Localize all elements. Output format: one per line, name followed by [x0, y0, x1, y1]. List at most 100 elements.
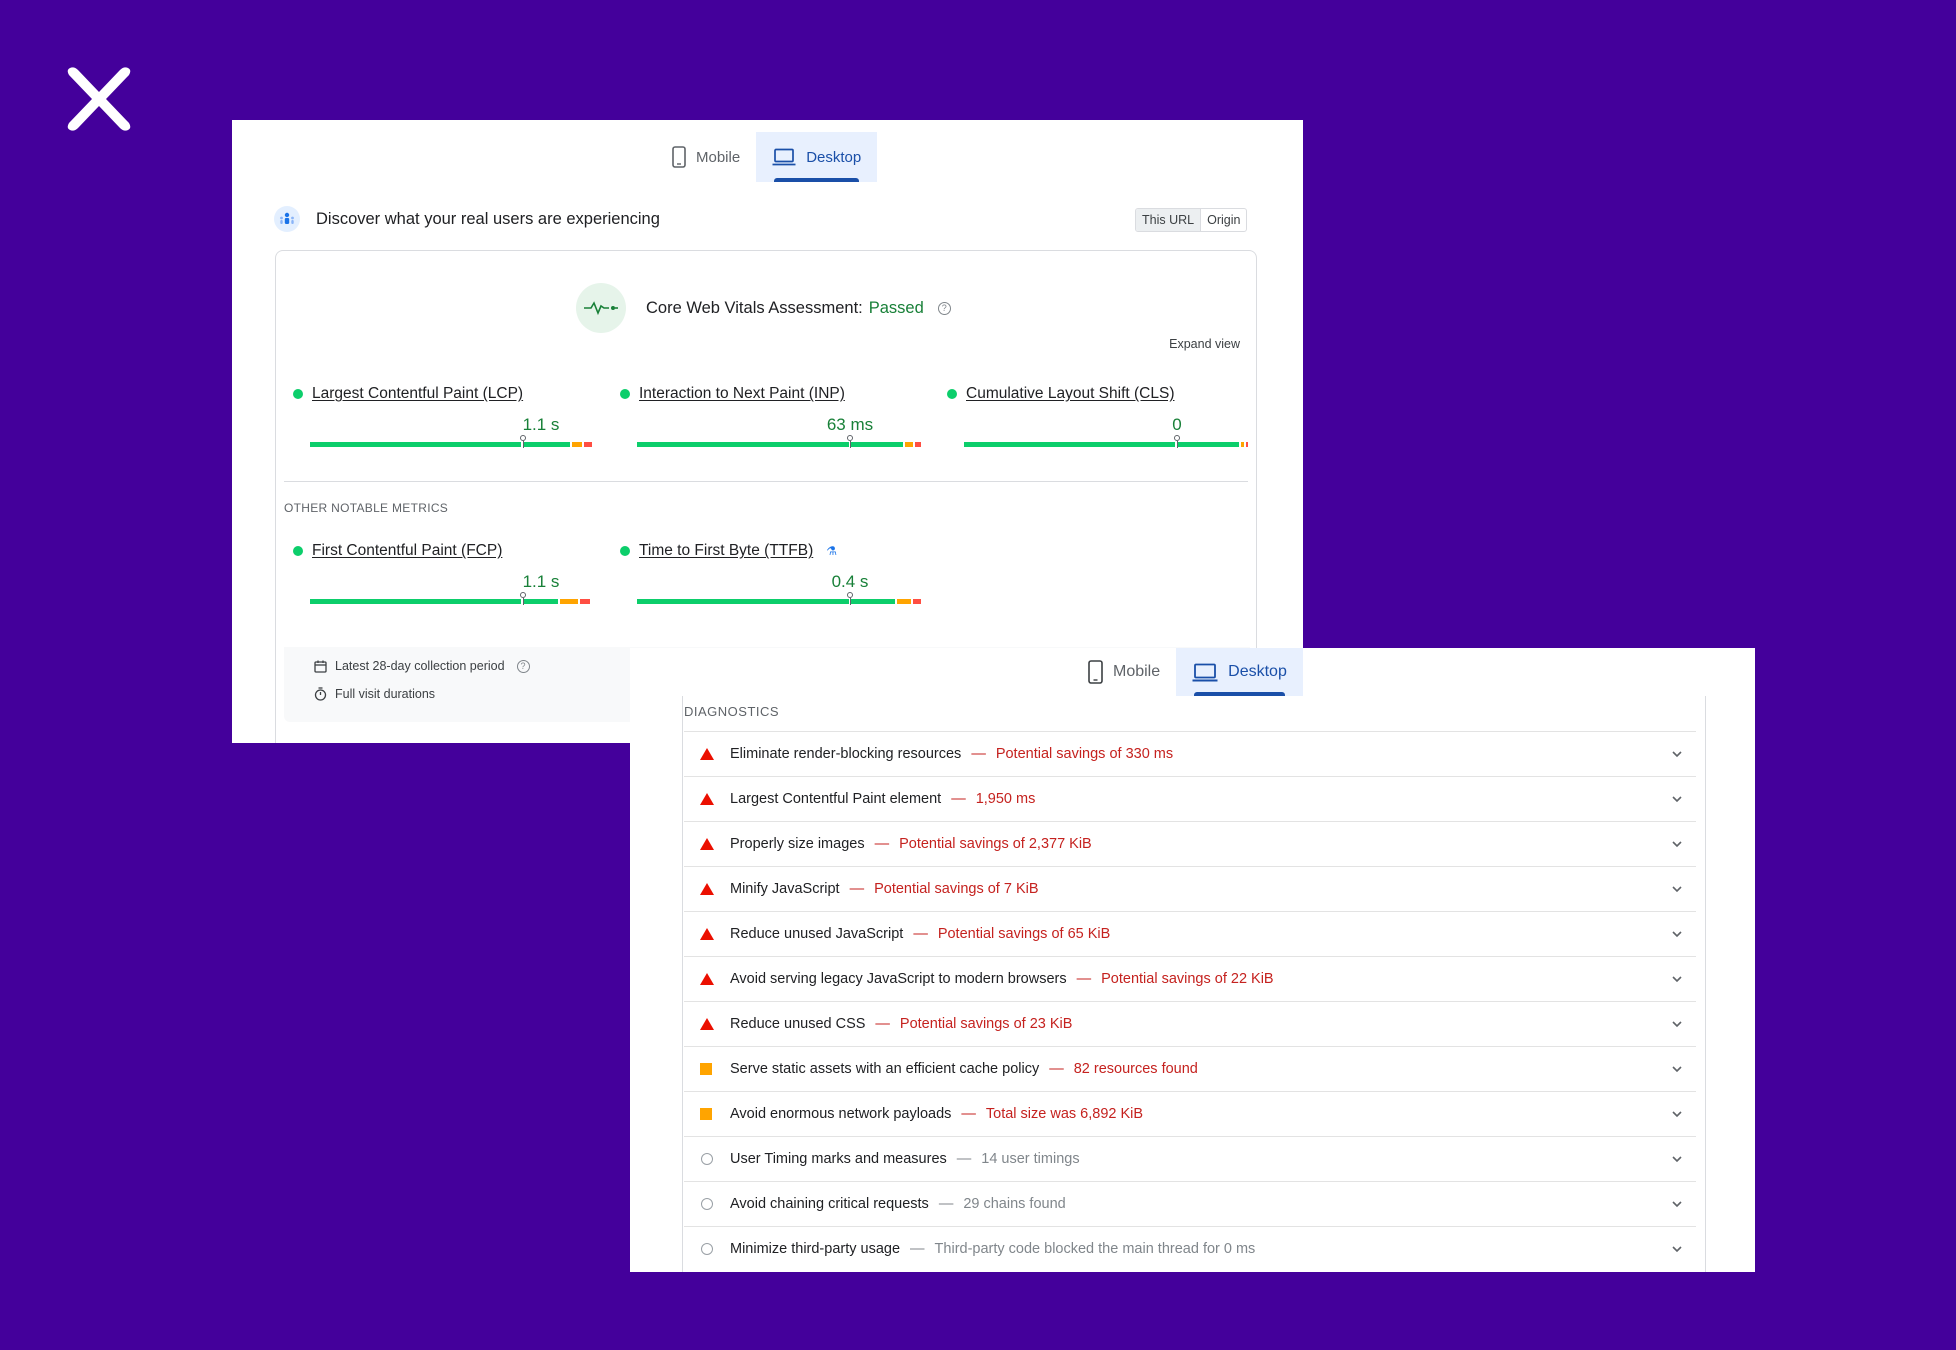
separator: — — [849, 881, 865, 897]
chevron-down-icon[interactable] — [1670, 1152, 1684, 1166]
help-icon[interactable]: ? — [516, 659, 530, 673]
diagnostic-item[interactable]: Eliminate render-blocking resources — Pote… — [684, 731, 1696, 776]
chevron-down-icon[interactable] — [1670, 1062, 1684, 1076]
diagnostic-item[interactable]: Avoid chaining critical requests — 29 chai… — [684, 1181, 1696, 1226]
percentile-marker — [847, 435, 853, 448]
flask-icon: ⚗ — [826, 544, 837, 558]
diagnostic-detail: 82 resources found — [1073, 1061, 1198, 1077]
diagnostic-title: Avoid chaining critical requests — [730, 1196, 929, 1212]
diagnostic-item[interactable]: Serve static assets with an efficient ca… — [684, 1046, 1696, 1091]
chevron-down-icon[interactable] — [1670, 1107, 1684, 1121]
chevron-down-icon[interactable] — [1670, 927, 1684, 941]
discover-text: Discover what your real users are experi… — [316, 209, 660, 228]
metric-distribution-bar — [637, 599, 921, 604]
tab-mobile[interactable]: Mobile — [656, 132, 756, 182]
phone-icon — [672, 146, 686, 168]
diagnostic-item[interactable]: Minify JavaScript — Potential savings of 7… — [684, 866, 1696, 911]
percentile-marker — [520, 435, 526, 448]
other-metrics-heading: OTHER NOTABLE METRICS — [284, 501, 449, 515]
metric-link[interactable]: First Contentful Paint (FCP) — [312, 542, 502, 560]
tab-label: Desktop — [1228, 663, 1287, 680]
chevron-down-icon[interactable] — [1670, 972, 1684, 986]
discover-header: Discover what your real users are experi… — [274, 206, 660, 232]
diagnostic-detail: Potential savings of 7 KiB — [874, 881, 1039, 897]
metric-distribution-bar — [310, 442, 592, 447]
percentile-marker — [1174, 435, 1180, 448]
separator: — — [910, 1241, 925, 1257]
metric-value: 1.1 s — [522, 415, 560, 434]
chevron-down-icon[interactable] — [1670, 1242, 1684, 1256]
fail-triangle-icon — [684, 748, 730, 760]
url-origin-toggle: This URL Origin — [1135, 208, 1248, 232]
tab-label: Mobile — [1113, 663, 1161, 680]
diagnostic-title: Minify JavaScript — [730, 881, 840, 897]
metric-link[interactable]: Time to First Byte (TTFB) — [639, 542, 813, 560]
device-tabs: Mobile Desktop — [656, 132, 878, 182]
chevron-down-icon[interactable] — [1670, 882, 1684, 896]
assessment-label: Core Web Vitals Assessment: — [646, 298, 863, 317]
stopwatch-icon — [314, 687, 327, 701]
diagnostic-title: Avoid enormous network payloads — [730, 1106, 952, 1122]
diagnostic-detail: 29 chains found — [963, 1196, 1066, 1212]
x-logo-icon — [67, 67, 131, 131]
diagnostic-item[interactable]: Largest Contentful Paint element — 1,950 m… — [684, 776, 1696, 821]
status-dot — [293, 389, 303, 399]
expand-view-link[interactable]: Expand view — [1169, 337, 1240, 351]
info-circle-icon — [684, 1198, 730, 1210]
chevron-down-icon[interactable] — [1670, 837, 1684, 851]
separator: — — [971, 746, 986, 762]
metric-link[interactable]: Largest Contentful Paint (LCP) — [312, 385, 523, 403]
diagnostics-heading: DIAGNOSTICS — [684, 704, 780, 719]
diagnostic-title: Reduce unused JavaScript — [730, 926, 904, 942]
collection-period-row: Latest 28-day collection period ? — [314, 659, 530, 673]
separator: — — [956, 1151, 972, 1167]
metric-link[interactable]: Cumulative Layout Shift (CLS) — [966, 385, 1174, 403]
chevron-down-icon[interactable] — [1670, 1017, 1684, 1031]
chevron-down-icon[interactable] — [1670, 1197, 1684, 1211]
diagnostic-item[interactable]: User Timing marks and measures — 14 user t… — [684, 1136, 1696, 1181]
tab-desktop[interactable]: Desktop — [756, 132, 878, 182]
help-icon[interactable]: ? — [937, 301, 951, 315]
info-circle-icon — [684, 1153, 730, 1165]
diagnostic-title: Largest Contentful Paint element — [730, 791, 942, 807]
chevron-down-icon[interactable] — [1670, 747, 1684, 761]
diagnostic-title: User Timing marks and measures — [730, 1151, 947, 1167]
diagnostic-detail: 14 user timings — [981, 1151, 1080, 1167]
status-dot — [620, 546, 630, 556]
metric-link[interactable]: Interaction to Next Paint (INP) — [639, 385, 845, 403]
diagnostic-item[interactable]: Avoid enormous network payloads — Total si… — [684, 1091, 1696, 1136]
tab-desktop[interactable]: Desktop — [1176, 648, 1303, 696]
separator: — — [874, 836, 890, 852]
diagnostic-detail: Potential savings of 23 KiB — [899, 1016, 1073, 1032]
laptop-icon — [772, 148, 796, 166]
status-dot — [620, 389, 630, 399]
section-divider — [284, 481, 1248, 482]
percentile-marker — [520, 592, 526, 605]
metric-cls: Cumulative Layout Shift (CLS) 0 — [947, 385, 1248, 448]
diagnostic-item[interactable]: Avoid serving legacy JavaScript to moder… — [684, 956, 1696, 1001]
diagnostic-detail: Potential savings of 65 KiB — [937, 926, 1111, 942]
diagnostic-item[interactable]: Properly size images — Potential savings o… — [684, 821, 1696, 866]
tab-mobile[interactable]: Mobile — [1072, 648, 1176, 696]
tab-label: Desktop — [806, 148, 862, 166]
pulse-icon — [576, 283, 626, 333]
fail-triangle-icon — [684, 928, 730, 940]
metric-value: 0.4 s — [831, 572, 869, 591]
this-url-button[interactable]: This URL — [1136, 209, 1202, 231]
collection-period-text: Latest 28-day collection period — [335, 659, 505, 673]
metric-distribution-bar — [964, 442, 1248, 447]
device-tabs: Mobile Desktop — [1072, 648, 1303, 696]
diagnostic-title: Minimize third-party usage — [730, 1241, 901, 1257]
origin-button[interactable]: Origin — [1201, 209, 1246, 231]
diagnostic-title: Reduce unused CSS — [730, 1016, 866, 1032]
diagnostic-detail: Potential savings of 330 ms — [995, 746, 1174, 762]
fail-triangle-icon — [684, 973, 730, 985]
separator: — — [951, 791, 966, 807]
diagnostic-item[interactable]: Reduce unused JavaScript — Potential savin… — [684, 911, 1696, 956]
calendar-icon — [314, 660, 327, 673]
diagnostic-item[interactable]: Minimize third-party usage — Third-party c… — [684, 1226, 1696, 1271]
diagnostic-detail: Potential savings of 22 KiB — [1101, 971, 1274, 987]
chevron-down-icon[interactable] — [1670, 792, 1684, 806]
diagnostic-item[interactable]: Reduce unused CSS — Potential savings of 2… — [684, 1001, 1696, 1046]
phone-icon — [1088, 660, 1103, 684]
